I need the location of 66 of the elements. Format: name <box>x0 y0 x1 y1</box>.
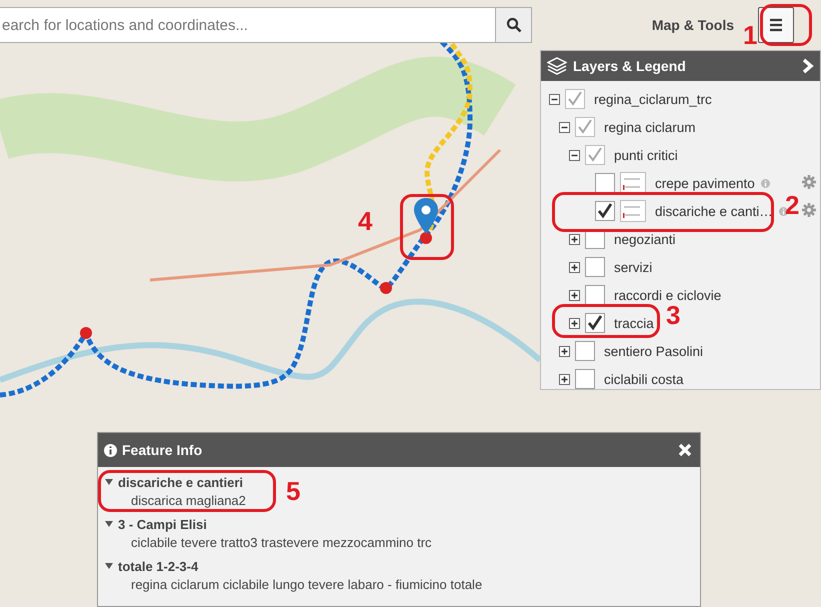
annotation-number: 3 <box>666 302 680 328</box>
menu-icon <box>768 18 784 32</box>
feature-item: regina ciclarum ciclabile lungo tevere labaro - fiumicino totale <box>131 576 482 594</box>
expanded-caret-icon[interactable] <box>105 562 113 570</box>
panel-title: Layers & Legend <box>573 58 686 74</box>
layer-label[interactable]: sentiero Pasolini <box>604 344 704 358</box>
search-icon <box>506 17 522 33</box>
annotation-number: 1 <box>743 22 758 48</box>
info-icon <box>104 444 117 456</box>
layer-checkbox[interactable] <box>585 285 605 305</box>
annotation-number: 4 <box>358 208 372 234</box>
expand-toggle[interactable] <box>559 374 570 384</box>
settings-icon[interactable] <box>802 175 816 189</box>
feature-group-title[interactable]: totale 1-2-3-4 <box>118 558 198 574</box>
layer-checkbox[interactable] <box>595 173 615 193</box>
layer-label[interactable]: negozianti <box>614 232 676 246</box>
layer-checkbox[interactable] <box>595 201 615 221</box>
expand-toggle[interactable] <box>569 318 580 328</box>
expanded-caret-icon[interactable] <box>105 478 113 486</box>
layer-label[interactable]: discariche e canti… <box>655 204 773 218</box>
layer-checkbox[interactable] <box>585 145 605 165</box>
legend-thumbnail-icon <box>620 200 646 222</box>
close-icon[interactable] <box>678 443 692 457</box>
annotation-outline <box>400 194 454 260</box>
expand-toggle[interactable] <box>569 262 580 272</box>
route-point-marker[interactable] <box>420 232 432 244</box>
annotation-number: 2 <box>785 192 800 218</box>
layer-label[interactable]: servizi <box>614 260 652 274</box>
layer-checkbox[interactable] <box>575 369 595 389</box>
search-button[interactable] <box>496 7 532 43</box>
annotation-outline <box>760 4 812 46</box>
panel-title: Feature Info <box>122 442 202 458</box>
layer-label[interactable]: ciclabili costa <box>604 372 684 386</box>
route-point-marker[interactable] <box>80 327 92 339</box>
layer-label[interactable]: regina ciclarum <box>604 120 696 134</box>
layer-label[interactable]: traccia <box>614 316 654 330</box>
collapse-chevron-icon[interactable] <box>802 58 814 74</box>
search-field[interactable]: earch for locations and coordinates... <box>0 7 496 43</box>
collapse-toggle[interactable] <box>569 150 580 160</box>
feature-group-title[interactable]: 3 - Campi Elisi <box>118 516 207 532</box>
menu-button[interactable] <box>758 7 794 43</box>
expand-toggle[interactable] <box>559 346 570 356</box>
expanded-caret-icon[interactable] <box>105 520 113 528</box>
layer-label[interactable]: regina_ciclarum_trc <box>594 92 712 106</box>
layers-icon <box>547 57 567 75</box>
layer-checkbox[interactable] <box>565 89 585 109</box>
feature-item: ciclabile tevere tratto3 trastevere mezzocammino trc <box>131 534 432 552</box>
route-point-marker[interactable] <box>380 282 392 294</box>
map-pin-icon[interactable] <box>414 198 438 234</box>
layer-checkbox[interactable] <box>585 257 605 277</box>
layer-checkbox[interactable] <box>575 117 595 137</box>
collapse-toggle[interactable] <box>559 122 570 132</box>
annotation-number: 5 <box>286 478 300 504</box>
layer-label[interactable]: crepe pavimento <box>655 176 755 190</box>
legend-thumbnail-icon <box>620 172 646 194</box>
layer-checkbox[interactable] <box>585 313 605 333</box>
layer-label[interactable]: punti critici <box>614 148 678 162</box>
layer-checkbox[interactable] <box>575 341 595 361</box>
expand-toggle[interactable] <box>569 234 580 244</box>
feature-group-title[interactable]: discariche e cantieri <box>118 474 244 490</box>
expand-toggle[interactable] <box>569 290 580 300</box>
collapse-toggle[interactable] <box>549 94 560 104</box>
feature-item: discarica magliana2 <box>131 492 246 510</box>
map-tools-label: Map & Tools <box>652 17 734 33</box>
layer-label[interactable]: raccordi e ciclovie <box>614 288 722 302</box>
settings-icon[interactable] <box>802 203 816 217</box>
